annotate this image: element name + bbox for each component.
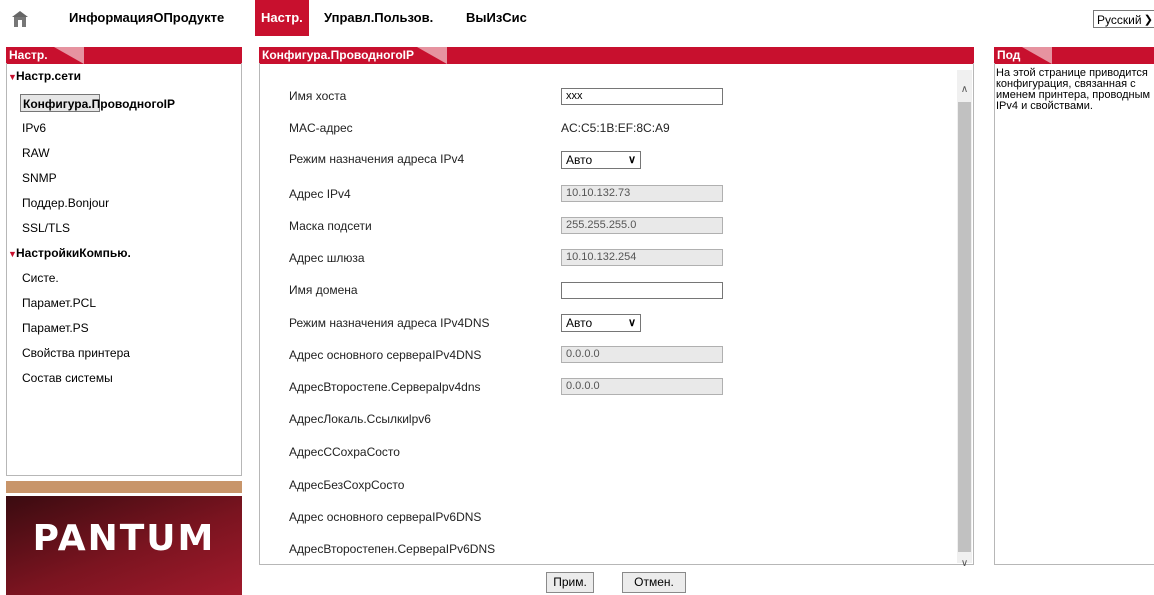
help-panel-title: Под xyxy=(997,48,1021,62)
nav-user-management[interactable]: Управл.Пользов. xyxy=(324,0,433,36)
menu-item-snmp[interactable]: SNMP xyxy=(22,171,57,185)
menu-section-computer[interactable]: ▼НастройкиКомпью. xyxy=(8,246,131,260)
scrollbar-thumb[interactable] xyxy=(958,102,971,552)
menu-item-printer-properties[interactable]: Свойства принтера xyxy=(22,346,130,360)
ipv4-label: Адрес IPv4 xyxy=(289,187,351,201)
left-panel-title: Настр. xyxy=(9,48,48,62)
hostname-input[interactable]: xxx xyxy=(561,88,723,105)
gateway-input: 10.10.132.254 xyxy=(561,249,723,266)
main-panel-title: Конфигура.ПроводногоIP xyxy=(262,48,415,62)
nav-product-info[interactable]: ИнформацияОПродукте xyxy=(69,0,224,36)
menu-section-label: Настр.сети xyxy=(16,69,81,83)
menu-item-ps[interactable]: Парамет.PS xyxy=(22,321,89,335)
triangle-down-icon: ▼ xyxy=(8,249,17,259)
triangle-down-icon: ▼ xyxy=(8,72,17,82)
help-text: На этой странице приводится конфигурация… xyxy=(996,67,1151,112)
chevron-down-icon: ∨ xyxy=(627,317,636,329)
ipv4-mode-value: Авто xyxy=(566,153,593,167)
scroll-up-icon[interactable]: ∧ xyxy=(957,82,972,98)
header-decoration xyxy=(417,47,447,64)
hostname-label: Имя хоста xyxy=(289,89,347,103)
top-nav: ИнформацияОПродукте Настр. Управл.Пользо… xyxy=(0,0,1154,36)
chevron-down-icon: ❯ xyxy=(1143,14,1153,26)
home-icon[interactable] xyxy=(10,8,30,28)
mac-value: AC:C5:1B:EF:8C:A9 xyxy=(561,121,670,135)
apply-button[interactable]: Прим. xyxy=(546,572,594,593)
nav-logout[interactable]: ВыИзСис xyxy=(466,0,527,36)
language-select[interactable]: Русский ❯ xyxy=(1093,10,1154,28)
ipv4-input: 10.10.132.73 xyxy=(561,185,723,202)
menu-section-network[interactable]: ▼Настр.сети xyxy=(8,69,81,83)
mac-label: MAC-адрес xyxy=(289,121,353,135)
link-local-label: АдресЛокаль.Ссылкиlpv6 xyxy=(289,412,431,426)
stateful-address-label: АдресССохраСосто xyxy=(289,445,400,459)
language-value: Русский xyxy=(1097,13,1142,27)
ipv6-secondary-dns-label: АдресВторостепен.СервераIPv6DNS xyxy=(289,542,496,556)
primary-dns-input: 0.0.0.0 xyxy=(561,346,723,363)
gateway-label: Адрес шлюза xyxy=(289,251,365,265)
menu-item-wired-ip[interactable]: Конфигура.ПроводногоIP xyxy=(20,94,175,112)
menu-section-label: НастройкиКомпью. xyxy=(16,246,131,260)
menu-item-raw[interactable]: RAW xyxy=(22,146,50,160)
chevron-down-icon: ∨ xyxy=(627,154,636,166)
header-decoration xyxy=(54,47,84,64)
secondary-dns-input: 0.0.0.0 xyxy=(561,378,723,395)
primary-dns-label: Адрес основного сервераIPv4DNS xyxy=(289,348,482,362)
menu-item-ssl-tls[interactable]: SSL/TLS xyxy=(22,221,70,235)
main-panel-header: Конфигура.ПроводногоIP xyxy=(259,47,974,64)
left-panel-header: Настр. xyxy=(6,47,242,64)
help-panel xyxy=(994,63,1154,565)
menu-item-pcl[interactable]: Парамет.PCL xyxy=(22,296,96,310)
ipv4-mode-select[interactable]: Авто ∨ xyxy=(561,151,641,169)
nav-settings[interactable]: Настр. xyxy=(255,0,309,36)
secondary-dns-label: АдресВторостепе.Сервераlpv4dns xyxy=(289,380,481,394)
dns-mode-select[interactable]: Авто ∨ xyxy=(561,314,641,332)
menu-item-system-composition[interactable]: Состав системы xyxy=(22,371,113,385)
menu-item-ipv6[interactable]: IPv6 xyxy=(22,121,46,135)
dns-mode-value: Авто xyxy=(566,316,593,330)
help-panel-header: Под xyxy=(994,47,1154,64)
decorative-bar xyxy=(6,481,242,493)
menu-item-bonjour[interactable]: Поддер.Bonjour xyxy=(22,196,109,210)
stateless-address-label: АдресБезСохрСосто xyxy=(289,478,405,492)
domain-name-label: Имя домена xyxy=(289,283,358,297)
subnet-mask-label: Маска подсети xyxy=(289,219,372,233)
pantum-logo: PANTUM xyxy=(6,496,242,595)
subnet-mask-input: 255.255.255.0 xyxy=(561,217,723,234)
ipv6-primary-dns-label: Адрес основного сервераIPv6DNS xyxy=(289,510,482,524)
ipv4-mode-label: Режим назначения адреса IPv4 xyxy=(289,152,465,166)
header-decoration xyxy=(1022,47,1052,64)
main-scrollbar[interactable]: ∧ ∨ xyxy=(957,70,972,569)
dns-mode-label: Режим назначения адреса IPv4DNS xyxy=(289,316,490,330)
scroll-down-icon[interactable]: ∨ xyxy=(957,556,972,572)
domain-name-input[interactable] xyxy=(561,282,723,299)
cancel-button[interactable]: Отмен. xyxy=(622,572,686,593)
menu-item-system[interactable]: Систе. xyxy=(22,271,59,285)
